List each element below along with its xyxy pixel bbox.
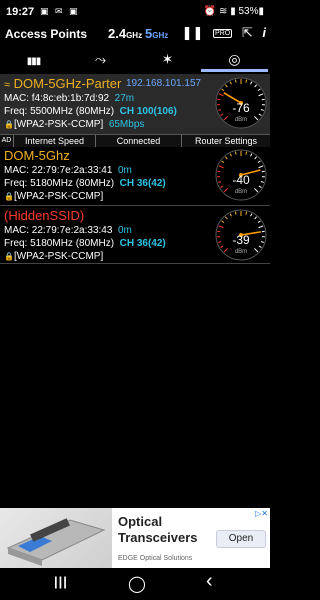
notification-icons: ▣ ✉ ▣: [40, 6, 80, 16]
signal-gauge: -76 dBm: [215, 77, 267, 129]
ap-freq: Freq: 5500MHz (80MHz): [4, 106, 115, 117]
access-point-list: ≈ DOM-5GHz-Parter 192.168.101.157 MAC: f…: [0, 74, 270, 264]
wifi-icon: ≈: [4, 79, 11, 91]
tab-stars[interactable]: ✶: [134, 48, 201, 72]
tab-bar-chart[interactable]: ▮▮▮: [0, 48, 67, 72]
signal-icon: ◎: [228, 51, 241, 67]
info-icon[interactable]: i: [262, 25, 266, 40]
ap-security-line: 🔒[WPA2-PSK-CCMP]: [4, 191, 103, 202]
band-5ghz-toggle[interactable]: 5GHz: [145, 26, 168, 41]
gauge-dbm-value: -39: [232, 233, 250, 247]
band24-unit: GHz: [126, 31, 143, 40]
access-point-item[interactable]: ≈ DOM-5GHz-Parter 192.168.101.157 MAC: f…: [0, 74, 270, 147]
gauge-dbm-value: -76: [232, 101, 250, 115]
ap-mac: MAC: f4:8c:eb:1b:7d:92: [4, 93, 110, 104]
ad-close-icon[interactable]: ▷✕: [255, 509, 268, 518]
app-bar: Access Points 2.4GHz 5GHz ❚❚ PRO ⇱ i: [0, 22, 270, 48]
share-icon[interactable]: ⇱: [242, 25, 253, 41]
ap-ssid: ≈ DOM-5GHz-Parter: [4, 76, 121, 91]
access-point-item[interactable]: (HiddenSSID) MAC: 22:79:7e:2a:33:43 0m F…: [0, 206, 270, 264]
ad-open-button[interactable]: Open: [216, 530, 266, 548]
signal-gauge: -40 dBm: [215, 149, 267, 201]
ap-channel: CH 36(42): [119, 238, 166, 249]
ap-distance: 0m: [117, 165, 132, 176]
ap-channel: CH 100(106): [119, 106, 177, 117]
ap-mac-line: MAC: 22:79:7e:2a:33:43 0m: [4, 225, 132, 236]
graph-icon: ⤳: [94, 51, 107, 67]
back-icon[interactable]: ‹: [206, 570, 213, 593]
ap-freq-line: Freq: 5180MHz (80MHz) CH 36(42): [4, 238, 166, 249]
home-icon[interactable]: ◯: [128, 574, 146, 594]
ap-security-line: 🔒[WPA2-PSK-CCMP]: [4, 251, 103, 262]
ad-product-image: [0, 508, 112, 568]
gauge-unit: dBm: [235, 249, 247, 255]
tab-graph[interactable]: ⤳: [67, 48, 134, 72]
ap-mac: MAC: 22:79:7e:2a:33:43: [4, 225, 113, 236]
ap-channel: CH 36(42): [119, 178, 166, 189]
ap-mac-line: MAC: 22:79:7e:2a:33:41 0m: [4, 165, 132, 176]
bar-chart-icon: ▮▮▮: [26, 56, 41, 67]
tab-bar: ▮▮▮ ⤳ ✶ ◎: [0, 48, 270, 72]
recents-icon[interactable]: |||: [54, 574, 68, 589]
lock-icon: 🔒: [4, 192, 14, 201]
ap-mac: MAC: 22:79:7e:2a:33:41: [4, 165, 113, 176]
stars-icon: ✶: [161, 51, 174, 67]
status-time: 19:27: [6, 6, 35, 18]
band-24ghz-toggle[interactable]: 2.4GHz: [108, 26, 142, 41]
gauge-unit: dBm: [235, 117, 247, 123]
status-bar: 19:27 ▣ ✉ ▣ ⏰ ≋ ▮ 53%▮: [0, 0, 270, 22]
tab-signal[interactable]: ◎: [201, 48, 268, 72]
ap-distance: 27m: [114, 93, 135, 104]
band24-value: 2.4: [108, 26, 127, 41]
ap-freq: Freq: 5180MHz (80MHz): [4, 238, 115, 249]
lock-icon: 🔒: [4, 252, 14, 261]
ap-ip: 192.168.101.157: [126, 78, 202, 89]
ap-ssid: DOM-5Ghz: [4, 148, 70, 163]
ap-freq: Freq: 5180MHz (80MHz): [4, 178, 115, 189]
ap-ssid: (HiddenSSID): [4, 208, 85, 223]
gauge-unit: dBm: [235, 189, 247, 195]
ap-ssid-text: DOM-5GHz-Parter: [13, 76, 122, 91]
ap-mac-line: MAC: f4:8c:eb:1b:7d:92 27m: [4, 93, 134, 104]
ap-speed: 65Mbps: [108, 119, 145, 130]
system-nav-bar: ||| ◯ ‹: [0, 568, 270, 600]
ap-security: [WPA2-PSK-CCMP]: [13, 119, 104, 130]
ap-security: [WPA2-PSK-CCMP]: [13, 251, 104, 262]
page-title: Access Points: [5, 27, 88, 41]
pause-icon[interactable]: ❚❚: [182, 25, 204, 41]
ap-security-line: 🔒[WPA2-PSK-CCMP] 65Mbps: [4, 119, 144, 130]
ap-freq-line: Freq: 5180MHz (80MHz) CH 36(42): [4, 178, 166, 189]
signal-gauge: -39 dBm: [215, 209, 267, 261]
band5-unit: GHz: [152, 31, 169, 40]
ap-freq-line: Freq: 5500MHz (80MHz) CH 100(106): [4, 106, 177, 117]
pro-badge-icon[interactable]: PRO: [213, 29, 233, 39]
gauge-dbm-value: -40: [232, 173, 250, 187]
lock-icon: 🔒: [4, 120, 14, 129]
transceiver-image: [6, 518, 106, 566]
ad-title: Optical Transceivers: [118, 514, 198, 545]
ap-distance: 0m: [117, 225, 132, 236]
ap-security: [WPA2-PSK-CCMP]: [13, 191, 104, 202]
access-point-item[interactable]: DOM-5Ghz MAC: 22:79:7e:2a:33:41 0m Freq:…: [0, 146, 270, 206]
ad-banner[interactable]: Optical Transceivers EDGE Optical Soluti…: [0, 508, 270, 568]
ad-subtitle: EDGE Optical Solutions: [118, 555, 193, 562]
status-right-icons: ⏰ ≋ ▮ 53%▮: [203, 6, 264, 17]
